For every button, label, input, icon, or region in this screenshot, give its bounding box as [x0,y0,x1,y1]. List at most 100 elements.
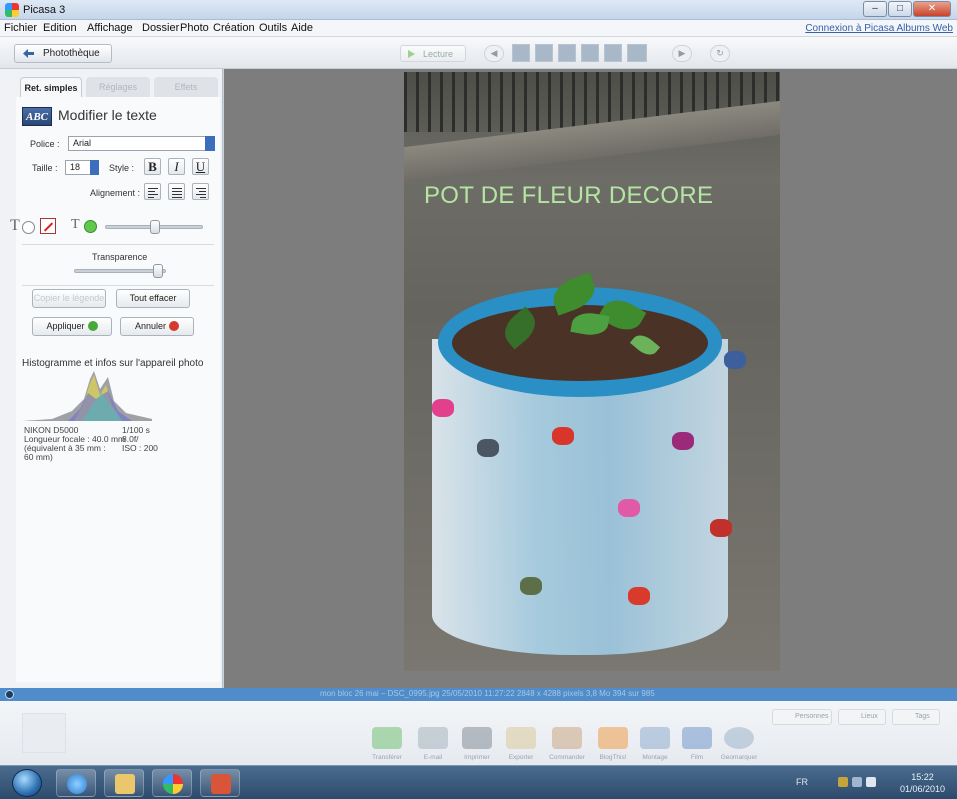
language-indicator[interactable]: FR [796,777,808,787]
picasa-icon [163,774,183,794]
checkmark-icon [87,321,98,331]
size-select[interactable]: 18 [65,160,99,175]
underline-button[interactable]: U [192,158,209,175]
cancel-icon [169,321,180,331]
edit-tabs: Ret. simples Réglages Effets [20,77,218,97]
menu-bar: Fichier Edition Affichage Dossier Photo … [0,20,957,37]
filmstrip-thumb-6[interactable] [627,44,647,62]
status-bar: mon bloc 26 mai – DSC_0995.jpg 25/05/201… [0,688,957,701]
menu-aide[interactable]: Aide [291,22,313,34]
menu-dossier[interactable]: Dossier [142,22,179,34]
status-indicator-icon[interactable] [5,690,14,699]
start-button[interactable] [12,769,42,797]
italic-button[interactable]: I [168,158,185,175]
blogthis-icon[interactable] [598,727,628,749]
menu-affichage[interactable]: Affichage [87,22,133,34]
photo[interactable]: POT DE FLEUR DECORE [404,72,780,671]
menu-edition[interactable]: Edition [43,22,77,34]
taskbar-picasa[interactable] [152,769,192,797]
window-title: Picasa 3 [23,4,66,16]
internet-explorer-icon [67,774,87,794]
histogram-graph [22,371,152,421]
tags-button[interactable]: Tags [892,709,940,725]
order-label: Commander [549,754,585,761]
taskbar-internet-explorer[interactable] [56,769,96,797]
volume-icon[interactable] [866,777,876,787]
movie-icon[interactable] [682,727,712,749]
collage-icon[interactable] [640,727,670,749]
decoration-figure [552,427,574,445]
font-select-value: Arial [73,138,92,148]
print-label: Imprimer [464,754,490,761]
decoration-figure [432,399,454,417]
order-icon[interactable] [552,727,582,749]
upload-icon[interactable] [372,727,402,749]
tab-effects[interactable]: Effets [154,77,218,97]
align-center-button[interactable] [168,183,185,200]
font-select[interactable]: Arial [68,136,215,151]
decoration-figure [477,439,499,457]
filmstrip-thumb-4[interactable] [581,44,599,62]
folder-icon [115,774,135,794]
email-icon[interactable] [418,727,448,749]
system-tray-icon[interactable] [838,777,848,787]
library-button[interactable]: Photothèque [14,44,112,63]
cancel-button[interactable]: Annuler [120,317,194,336]
align-right-button[interactable] [192,183,209,200]
clock[interactable]: 15:22 01/06/2010 [900,771,945,795]
decoration-figure [672,432,694,450]
geotag-icon[interactable] [724,727,754,749]
filmstrip-thumb-1[interactable] [512,44,530,62]
decoration-figure [724,351,746,369]
align-left-button[interactable] [144,183,161,200]
transparency-knob[interactable] [153,264,163,278]
filmstrip-thumb-3[interactable] [558,44,576,62]
photo-tray: Personnes Lieux Tags Transférer E-mail I… [0,701,957,765]
network-icon[interactable] [852,777,862,787]
clock-time: 15:22 [911,772,934,782]
minimize-button[interactable]: – [863,1,887,17]
menu-fichier[interactable]: Fichier [4,22,37,34]
windows-taskbar: FR 15:22 01/06/2010 [0,765,957,799]
status-text: mon bloc 26 mai – DSC_0995.jpg 25/05/201… [320,689,655,698]
transparency-label: Transparence [92,252,148,262]
bold-button[interactable]: B [144,158,161,175]
color-row: T T [10,217,205,237]
apply-button[interactable]: Appliquer [32,317,112,336]
taskbar-app[interactable] [200,769,240,797]
text-color-swatch[interactable] [22,221,35,234]
previous-icon[interactable]: ◀ [484,45,504,62]
outline-color-swatch[interactable] [84,220,97,233]
export-icon[interactable] [506,727,536,749]
people-button[interactable]: Personnes [772,709,832,725]
divider [22,285,214,286]
menu-outils[interactable]: Outils [259,22,287,34]
next-icon[interactable]: ▶ [672,45,692,62]
rotate-icon[interactable]: ↻ [710,45,730,62]
filmstrip-thumb-2[interactable] [535,44,553,62]
close-button[interactable]: ✕ [913,1,951,17]
clear-all-button[interactable]: Tout effacer [116,289,190,308]
cancel-button-label: Annuler [134,321,167,331]
places-button[interactable]: Lieux [838,709,886,725]
tab-tuning[interactable]: Réglages [86,77,150,97]
flower-pot [432,272,746,657]
play-button[interactable]: Lecture [400,45,466,62]
taskbar-explorer[interactable] [104,769,144,797]
picasa-web-albums-link[interactable]: Connexion à Picasa Albums Web [805,23,953,34]
menu-photo[interactable]: Photo [180,22,209,34]
maximize-button[interactable]: □ [888,1,912,17]
filmstrip-thumb-5[interactable] [604,44,622,62]
copy-caption-button[interactable]: Copier le légende [32,289,106,308]
camera-info-left: NIKON D5000 Longueur focale : 40.0 mm (é… [24,426,125,462]
play-icon [408,50,415,58]
print-icon[interactable] [462,727,492,749]
tab-basic-fixes[interactable]: Ret. simples [20,77,82,97]
selected-photo-thumbnail[interactable] [22,713,66,753]
outline-width-knob[interactable] [150,220,160,234]
camera-info-right: 1/100 s 8.0f/ ISO : 200 [122,426,158,453]
no-outline-swatch[interactable] [40,218,56,234]
histogram-title: Histogramme et infos sur l'appareil phot… [22,358,204,369]
menu-creation[interactable]: Création [213,22,255,34]
photo-caption-text[interactable]: POT DE FLEUR DECORE [424,182,713,210]
